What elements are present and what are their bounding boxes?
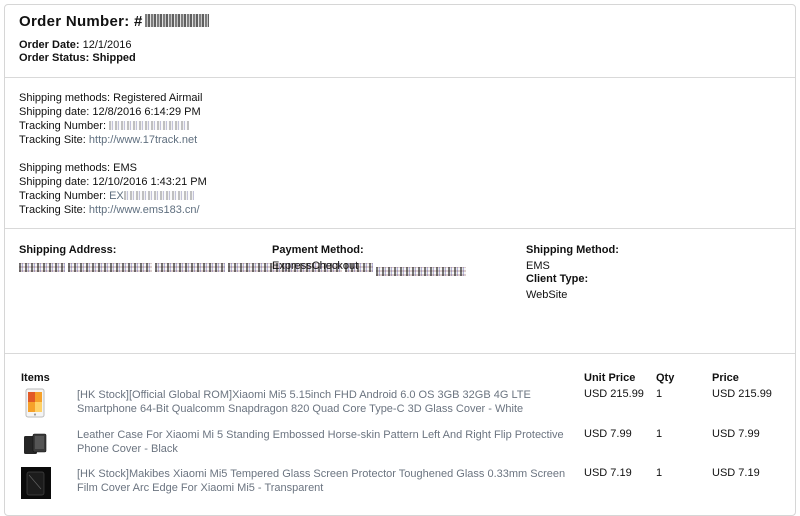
qty-column-header: Qty <box>656 372 675 384</box>
items-section: Items Unit Price Qty Price [HK Stock][Of… <box>5 354 795 514</box>
screen-protector-thumbnail-icon[interactable] <box>21 467 51 499</box>
item-row: Leather Case For Xiaomi Mi 5 Standing Em… <box>5 428 795 464</box>
item-unit-price: USD 7.19 <box>584 467 632 479</box>
order-date-label: Order Date: <box>19 39 80 51</box>
phone-product-thumbnail-icon[interactable] <box>21 388 49 418</box>
shipping-address-label: Shipping Address: <box>19 244 117 256</box>
item-description-link[interactable]: [HK Stock]Makibes Xiaomi Mi5 Tempered Gl… <box>77 467 572 495</box>
shipment-2-site: Tracking Site: http://www.ems183.cn/ <box>19 204 200 216</box>
shipment-1-tracking-label: Tracking Number: <box>19 120 107 132</box>
item-price: USD 215.99 <box>712 388 772 400</box>
shipment-1-tracking: Tracking Number: <box>19 120 190 132</box>
shipment-2-tracking-label: Tracking Number: <box>19 190 107 202</box>
item-qty: 1 <box>656 428 663 440</box>
item-description-link[interactable]: [HK Stock][Official Global ROM]Xiaomi Mi… <box>77 388 572 416</box>
address-line-2 <box>68 263 153 272</box>
shipment-2-tracking-prefix: EX <box>109 190 124 202</box>
payment-method-value: ExpressCheckout <box>272 260 359 272</box>
order-number-redacted <box>144 14 209 27</box>
shipment-1-date: Shipping date: 12/8/2016 6:14:29 PM <box>19 106 201 118</box>
item-unit-price: USD 215.99 <box>584 388 644 400</box>
shipment-2-tracking-link[interactable]: EX <box>109 190 194 202</box>
shipping-method-value: EMS <box>526 260 550 272</box>
order-status-line: Order Status: Shipped <box>19 52 136 64</box>
item-qty: 1 <box>656 467 663 479</box>
shipments-section: Shipping methods: Registered Airmail Shi… <box>5 78 795 229</box>
item-price: USD 7.19 <box>712 467 760 479</box>
item-qty: 1 <box>656 388 663 400</box>
shipment-2-date: Shipping date: 12/10/2016 1:43:21 PM <box>19 176 207 188</box>
shipment-1-site-label: Tracking Site: <box>19 134 86 146</box>
item-price: USD 7.99 <box>712 428 760 440</box>
shipment-2-tracking-redacted <box>123 191 194 200</box>
order-status-value: Shipped <box>92 52 136 64</box>
order-date-value: 12/1/2016 <box>82 39 132 51</box>
address-line-6 <box>376 267 467 276</box>
item-row: [HK Stock]Makibes Xiaomi Mi5 Tempered Gl… <box>5 467 795 505</box>
item-description-link[interactable]: Leather Case For Xiaomi Mi 5 Standing Em… <box>77 428 572 456</box>
client-type-value: WebSite <box>526 289 568 301</box>
item-row: [HK Stock][Official Global ROM]Xiaomi Mi… <box>5 388 795 424</box>
order-details-panel: Order Number: # Order Date: 12/1/2016 Or… <box>4 4 796 516</box>
shipment-2-tracking: Tracking Number: EX <box>19 190 194 202</box>
phone-case-thumbnail-icon[interactable] <box>21 430 49 458</box>
order-number-title: Order Number: # <box>19 13 209 30</box>
client-type-label: Client Type: <box>526 273 589 285</box>
shipment-2-site-link[interactable]: http://www.ems183.cn/ <box>89 204 200 216</box>
items-column-header: Items <box>21 372 50 384</box>
order-info-section: Shipping Address: Payment Method: Expres… <box>5 229 795 354</box>
order-number-label: Order Number: # <box>19 13 143 30</box>
address-line-3 <box>155 263 226 272</box>
shipment-2-method: Shipping methods: EMS <box>19 162 138 174</box>
shipment-1-site-link[interactable]: http://www.17track.net <box>89 134 197 146</box>
shipment-1-site: Tracking Site: http://www.17track.net <box>19 134 197 146</box>
order-date-line: Order Date: 12/1/2016 <box>19 39 132 51</box>
shipping-method-label: Shipping Method: <box>526 244 619 256</box>
shipment-1-tracking-redacted <box>109 121 190 130</box>
shipment-1-method: Shipping methods: Registered Airmail <box>19 92 203 104</box>
price-column-header: Price <box>712 372 739 384</box>
shipping-address-redacted <box>19 263 467 278</box>
address-line-1 <box>19 263 65 272</box>
order-status-label: Order Status: <box>19 52 90 64</box>
payment-method-label: Payment Method: <box>272 244 364 256</box>
order-header-section: Order Number: # Order Date: 12/1/2016 Or… <box>5 5 795 78</box>
shipment-2-site-label: Tracking Site: <box>19 204 86 216</box>
item-unit-price: USD 7.99 <box>584 428 632 440</box>
unit-price-column-header: Unit Price <box>584 372 636 384</box>
